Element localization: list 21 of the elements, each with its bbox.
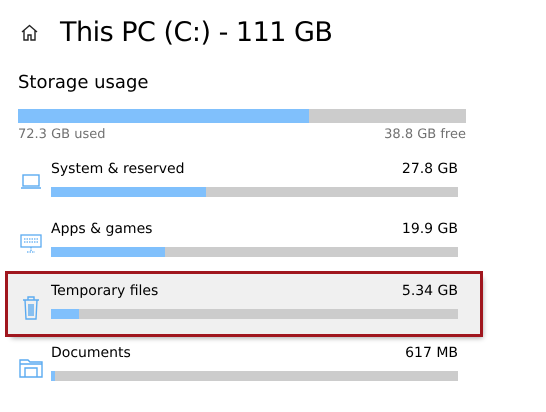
section-heading: Storage usage xyxy=(18,72,150,93)
category-size: 19.9 GB xyxy=(402,221,458,239)
home-icon[interactable] xyxy=(21,24,38,40)
category-name: Apps & games xyxy=(51,221,152,239)
folder-icon xyxy=(18,358,42,378)
storage-category[interactable]: Apps & games 19.9 GB xyxy=(8,212,458,272)
category-name: Temporary files xyxy=(51,283,158,301)
page-title: This PC (C:) - 111 GB xyxy=(60,16,332,48)
free-label: 38.8 GB free xyxy=(384,127,466,142)
keyboard-icon xyxy=(20,234,42,254)
used-label: 72.3 GB used xyxy=(18,127,106,142)
category-name: System & reserved xyxy=(51,161,185,179)
category-size: 5.34 GB xyxy=(402,283,458,301)
storage-category[interactable]: System & reserved 27.8 GB xyxy=(8,152,458,212)
category-size: 617 MB xyxy=(405,345,458,363)
category-name: Documents xyxy=(51,345,131,363)
category-size: 27.8 GB xyxy=(402,161,458,179)
laptop-icon xyxy=(20,174,42,190)
storage-category[interactable]: Documents 617 MB xyxy=(8,336,458,396)
trash-icon xyxy=(22,296,40,320)
highlighted-category[interactable]: Temporary files 5.34 GB xyxy=(8,274,480,334)
